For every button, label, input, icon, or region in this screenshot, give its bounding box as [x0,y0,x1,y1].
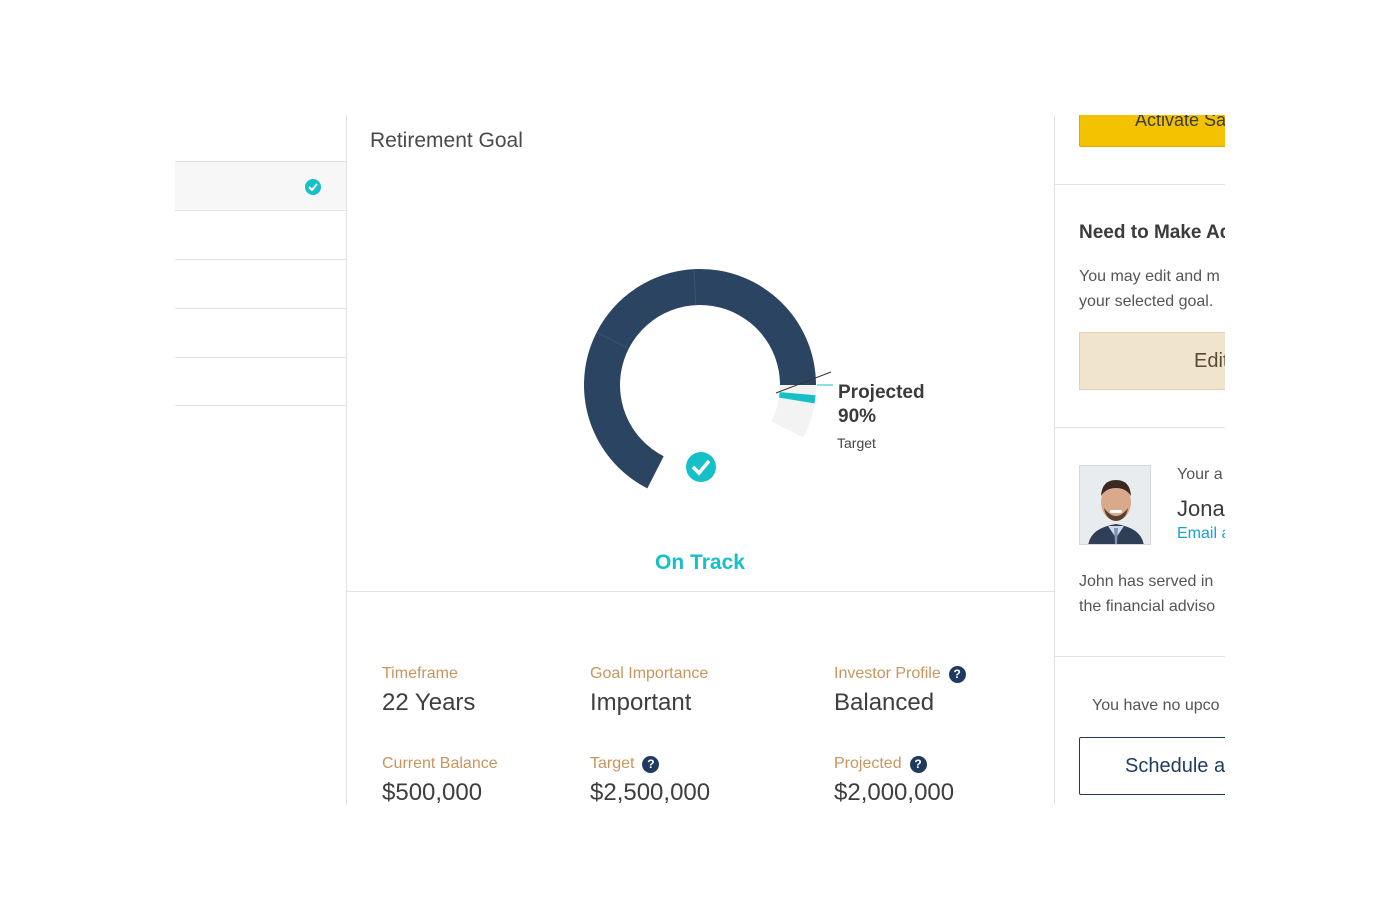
stat-projected: Projected ? $2,000,000 [834,755,954,805]
stat-goal-importance: Goal Importance Important [590,665,708,717]
adjust-text: your selected goal. [1079,293,1214,310]
stat-label-row: Target ? [590,755,710,773]
stat-label: Current Balance [382,755,498,772]
nav-item-2[interactable] [175,210,346,258]
projected-percent: 90% [838,406,877,427]
page-title: Retirement Goal [370,129,523,152]
help-icon[interactable]: ? [948,665,966,683]
goal-donut-chart [584,269,833,489]
advisor-avatar [1079,465,1151,545]
stat-label: Target [590,755,635,772]
status-on-track: On Track [655,551,745,574]
divider [1055,184,1225,185]
stat-value: $2,000,000 [834,779,955,805]
stat-value: $2,500,000 [590,779,711,805]
stat-investor-profile: Investor Profile ? Balanced [834,665,966,717]
advisor-name: Jona [1177,496,1225,521]
schedule-appointment-button[interactable]: Schedule ar [1079,737,1225,795]
goal-main-panel: Retirement Goal Projected 90% Target On … [347,115,1054,805]
stat-label-row: Investor Profile ? [834,665,966,683]
section-divider [347,591,1054,592]
divider [1055,427,1225,428]
nav-item-4[interactable] [175,308,346,356]
stat-label: Goal Importance [590,665,709,682]
target-label: Target [837,435,876,451]
edit-goal-button[interactable]: Edit [1079,332,1225,390]
appointments-text: You have no upco [1092,697,1220,714]
adjust-text: You may edit and m [1079,268,1220,285]
goal-chart-area: Projected 90% Target On Track [347,175,1054,591]
stat-value: Important [590,689,692,716]
projected-label: Projected [838,382,925,403]
left-nav [175,115,347,805]
divider [1055,656,1225,657]
nav-item-active[interactable] [175,161,346,209]
right-panel: Activate Sa Need to Make Ad You may edit… [1054,115,1225,805]
adjust-heading: Need to Make Ad [1079,222,1225,243]
advisor-bio: the financial adviso [1079,598,1216,615]
stat-value: $500,000 [382,779,483,805]
stat-label-row: Projected ? [834,755,954,773]
help-icon[interactable]: ? [909,755,927,773]
stat-label: Projected [834,755,902,772]
check-circle-icon [305,179,321,195]
nav-item-3[interactable] [175,259,346,307]
stat-current-balance: Current Balance $500,000 [382,755,498,805]
advisor-label: Your a [1177,466,1223,483]
nav-item-5[interactable] [175,357,346,406]
advisor-bio: John has served in [1079,573,1214,590]
stat-timeframe: Timeframe 22 Years [382,665,475,717]
advisor-email-link[interactable]: Email a [1177,525,1225,543]
help-icon[interactable]: ? [642,755,660,773]
stat-target: Target ? $2,500,000 [590,755,710,805]
on-track-check-icon [686,452,716,482]
stat-value: Balanced [834,689,935,716]
stat-label: Investor Profile [834,665,941,682]
app-frame: Retirement Goal Projected 90% Target On … [175,115,1225,805]
stat-label: Timeframe [382,665,458,682]
activate-button[interactable]: Activate Sa [1079,115,1225,147]
stat-value: 22 Years [382,689,476,716]
